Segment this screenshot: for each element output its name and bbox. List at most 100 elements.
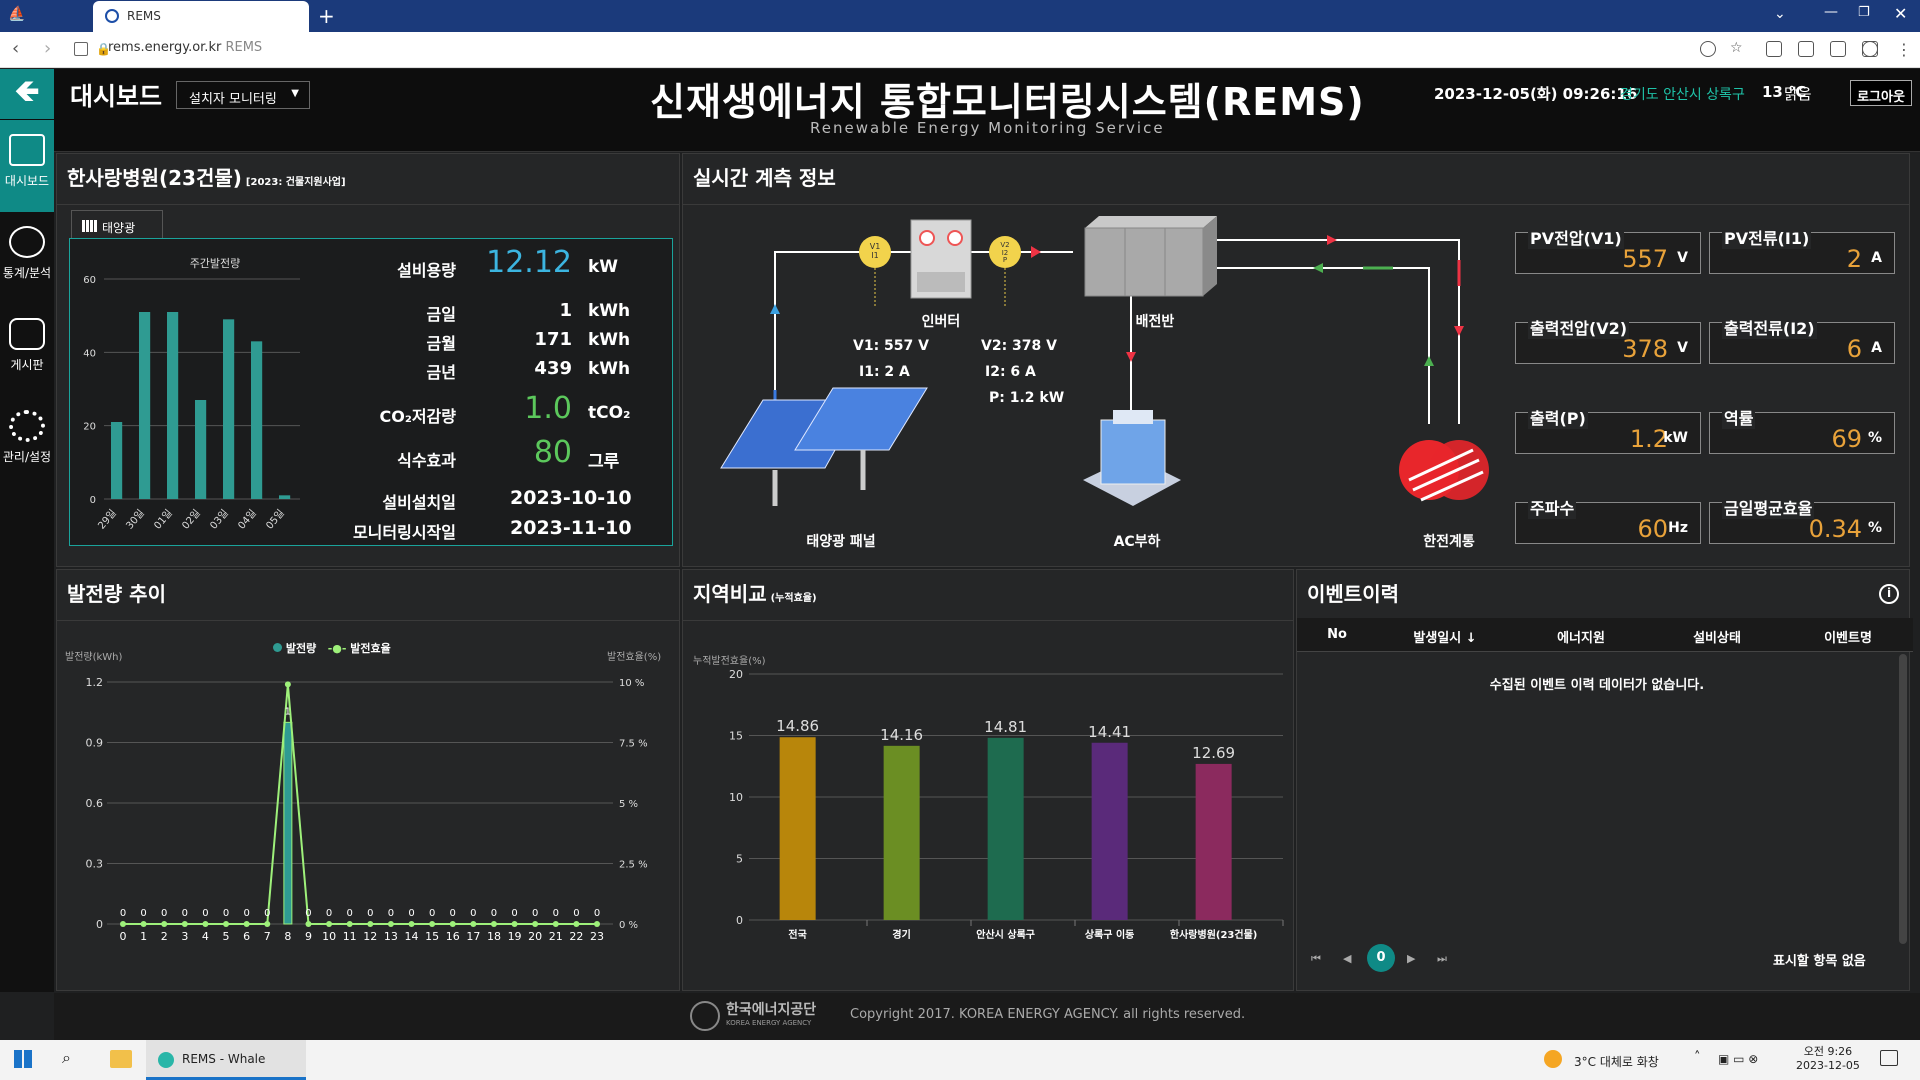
- page-number[interactable]: 0: [1367, 944, 1395, 972]
- col-date[interactable]: 발생일시 ↓: [1377, 627, 1513, 646]
- sidebar: 대시보드 통계/분석 게시판 관리/설정: [0, 120, 54, 992]
- col-no[interactable]: No: [1297, 627, 1377, 642]
- weather-sun-icon: [1544, 1050, 1562, 1068]
- tab-solar[interactable]: 태양광: [71, 210, 163, 240]
- reading-unit: %: [1867, 520, 1882, 536]
- y-tick-label: 0: [96, 918, 103, 931]
- col-event-name[interactable]: 이벤트명: [1785, 627, 1911, 646]
- monitor-date-value: 2023-11-10: [510, 517, 632, 539]
- y2-tick-label: 7.5 %: [619, 739, 648, 750]
- tab-list-icon[interactable]: ⌄: [1774, 6, 1786, 22]
- power-trend-title: 발전량 추이: [67, 582, 166, 606]
- sidebar-item-settings[interactable]: 관리/설정: [0, 396, 54, 488]
- x-tick-label: 30일: [124, 507, 147, 532]
- maximize-button[interactable]: ❐: [1858, 5, 1870, 20]
- weekly-bar-chart: 0 20 40 60 29일 30일 01일 02일 03일 04일 05일: [83, 275, 300, 532]
- taskbar: ⌕ REMS - Whale 3°C 대체로 화창 ˄ ▣ ▭ ⊗ 오전 9:2…: [0, 1040, 1920, 1080]
- year-value: 439: [534, 358, 572, 379]
- facility-panel: 한사랑병원(23건물) [2023: 건물지원사업] 태양광 주간발전량 0 20 4…: [56, 153, 680, 567]
- prev-page-icon[interactable]: ◀: [1343, 952, 1351, 965]
- windows-start-icon[interactable]: [14, 1050, 32, 1068]
- close-button[interactable]: ✕: [1894, 4, 1907, 23]
- data-label: 0: [182, 908, 188, 919]
- panel-board-icon: [1085, 216, 1217, 228]
- tray-icons[interactable]: ▣ ▭ ⊗: [1718, 1052, 1758, 1066]
- sidebar-toggle-icon[interactable]: [1766, 41, 1782, 57]
- chat-icon: [9, 318, 45, 350]
- home-icon[interactable]: [74, 42, 88, 56]
- install-date-label: 설비설치일: [382, 493, 456, 512]
- reading-label: PV전류(I1): [1722, 225, 1812, 249]
- data-label: 0: [573, 908, 579, 919]
- menu-icon[interactable]: ⋮: [1896, 40, 1912, 59]
- taskbar-clock[interactable]: 오전 9:26 2023-12-05: [1796, 1043, 1860, 1072]
- minimize-button[interactable]: —: [1824, 4, 1838, 20]
- scrollbar[interactable]: [1899, 654, 1907, 944]
- tab-label: 태양광: [102, 221, 136, 235]
- favorites-icon[interactable]: ☆: [1730, 40, 1746, 56]
- reload-icon[interactable]: [1700, 41, 1716, 57]
- url-field[interactable]: rems.energy.or.kr REMS: [108, 40, 262, 55]
- load-wire: [1215, 267, 1430, 424]
- x-tick-label: 18: [487, 930, 501, 943]
- reading-unit: V: [1677, 340, 1688, 356]
- extension-icon[interactable]: [1830, 41, 1846, 57]
- solar-info-box: 주간발전량 0 20 40 60 29일 30일 01일 02일 03일 04일 05일 설비용량 …: [69, 238, 673, 546]
- last-page-icon[interactable]: ⏭: [1437, 952, 1447, 966]
- y2-tick-label: 0 %: [619, 920, 638, 931]
- bar: [1195, 763, 1232, 920]
- org-name: 한국에너지공단: [726, 1002, 817, 1018]
- flow-arrow-icon: [1126, 352, 1136, 362]
- new-tab-button[interactable]: +: [318, 4, 335, 28]
- dropdown-arrow-icon: ▼: [291, 88, 299, 99]
- efficiency-point: [470, 921, 477, 927]
- efficiency-point: [223, 921, 230, 927]
- gear-icon: [9, 410, 45, 442]
- co2-label: CO₂저감량: [379, 407, 456, 426]
- weather: 맑음: [1784, 85, 1812, 103]
- search-icon[interactable]: ⌕: [62, 1048, 71, 1068]
- flow-arrow-icon: [1327, 235, 1337, 245]
- first-page-icon[interactable]: ⏮: [1311, 952, 1321, 966]
- taskbar-weather[interactable]: 3°C 대체로 화창: [1574, 1053, 1659, 1070]
- install-monitoring-select[interactable]: 설치자 모니터링 ▼: [176, 81, 310, 109]
- reading-label: 출력전압(V2): [1528, 315, 1630, 339]
- taskbar-app-whale[interactable]: REMS - Whale: [146, 1040, 306, 1080]
- y-tick-label: 10: [729, 791, 743, 804]
- data-label: 0: [243, 908, 249, 919]
- col-energy-source[interactable]: 에너지원: [1513, 627, 1649, 646]
- y-tick-label: 20: [729, 668, 743, 681]
- profile-icon[interactable]: [1862, 41, 1878, 57]
- power-trend-panel: 발전량 추이 발전량 -●- 발전효율 발전량(kWh) 발전효율(%) 00 …: [56, 569, 680, 991]
- tray-chevron-icon[interactable]: ˄: [1694, 1050, 1701, 1065]
- data-label: 0: [367, 908, 373, 919]
- file-explorer-icon[interactable]: [110, 1050, 132, 1068]
- reading-power-factor: 역률 69%: [1709, 405, 1895, 454]
- col-status[interactable]: 설비상태: [1649, 627, 1785, 646]
- forward-arrow-icon[interactable]: ›: [44, 38, 51, 59]
- back-arrow-icon[interactable]: ‹: [12, 38, 19, 59]
- bar: [883, 745, 920, 920]
- browser-tab[interactable]: REMS: [93, 1, 309, 32]
- next-page-icon[interactable]: ▶: [1407, 952, 1415, 965]
- data-label: 0: [388, 908, 394, 919]
- today-unit: kWh: [588, 301, 631, 321]
- back-button[interactable]: 🡸: [0, 69, 54, 119]
- data-label: 0: [326, 908, 332, 919]
- v2-reading: V2: 378 V: [981, 338, 1057, 354]
- data-label: 12.69: [1192, 744, 1235, 762]
- info-icon[interactable]: i: [1879, 584, 1899, 604]
- flow-arrow-icon: [770, 304, 780, 314]
- logout-button[interactable]: 로그아웃: [1850, 80, 1912, 106]
- sidebar-item-dashboard[interactable]: 대시보드: [0, 120, 54, 212]
- event-panel: 이벤트이력 i No 발생일시 ↓ 에너지원 설비상태 이벤트명 수집된 이벤트…: [1296, 569, 1913, 991]
- efficiency-point: [387, 921, 394, 927]
- sidebar-item-statistics[interactable]: 통계/분석: [0, 212, 54, 304]
- sidebar-item-board[interactable]: 게시판: [0, 304, 54, 396]
- notification-icon[interactable]: [1880, 1050, 1898, 1066]
- i1-reading: I1: 2 A: [859, 364, 910, 380]
- url-suffix: REMS: [225, 40, 263, 55]
- data-label: 0: [120, 908, 126, 919]
- efficiency-point: [429, 921, 436, 927]
- capture-icon[interactable]: [1798, 41, 1814, 57]
